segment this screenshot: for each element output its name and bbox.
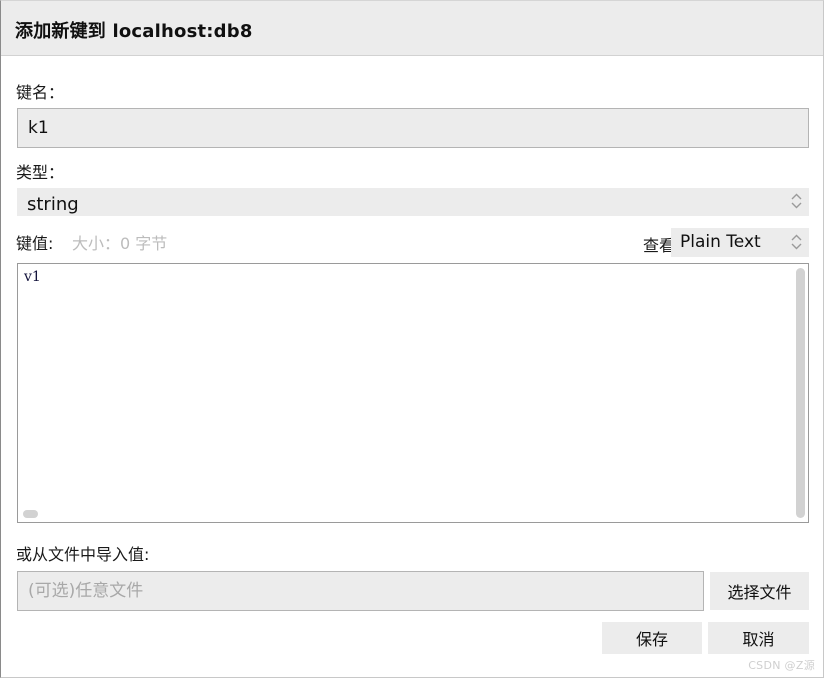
editor-horizontal-scrollbar-thumb[interactable] <box>23 510 38 518</box>
view-mode-value: Plain Text <box>680 232 761 252</box>
key-type-label: 类型： <box>16 163 65 182</box>
chevron-down-icon <box>791 243 802 250</box>
chevron-down-icon <box>791 202 802 209</box>
chevron-up-down-icon[interactable] <box>783 228 809 257</box>
watermark: CSDN @Z源 <box>748 659 815 672</box>
editor-vertical-scrollbar[interactable] <box>793 265 807 521</box>
save-button[interactable]: 保存 <box>602 622 702 654</box>
file-import-label: 或从文件中导入值: <box>16 545 150 564</box>
key-name-input[interactable]: k1 <box>17 108 809 148</box>
editor-vertical-scrollbar-thumb[interactable] <box>796 268 805 518</box>
dialog-titlebar: 添加新键到 localhost:db8 <box>1 1 823 56</box>
chevron-up-icon <box>791 193 802 200</box>
key-value-label: 键值: <box>16 234 54 253</box>
cancel-button[interactable]: 取消 <box>708 622 809 654</box>
key-type-value: string <box>27 194 79 215</box>
choose-file-button[interactable]: 选择文件 <box>710 572 809 610</box>
file-path-input[interactable]: (可选)任意文件 <box>17 571 704 611</box>
view-mode-select[interactable]: Plain Text <box>671 228 809 257</box>
key-value-size: 大小：0 字节 <box>72 234 168 253</box>
dialog-title: 添加新键到 localhost:db8 <box>15 21 253 42</box>
key-type-select[interactable]: string <box>17 188 809 216</box>
chevron-up-icon <box>791 234 802 241</box>
key-name-label: 键名： <box>16 83 65 102</box>
key-value-text: v1 <box>24 269 41 285</box>
chevron-up-down-icon[interactable] <box>783 188 809 216</box>
add-key-dialog: 添加新键到 localhost:db8 键名： k1 类型： string 键值… <box>0 0 824 678</box>
key-value-editor[interactable]: v1 <box>17 263 809 523</box>
